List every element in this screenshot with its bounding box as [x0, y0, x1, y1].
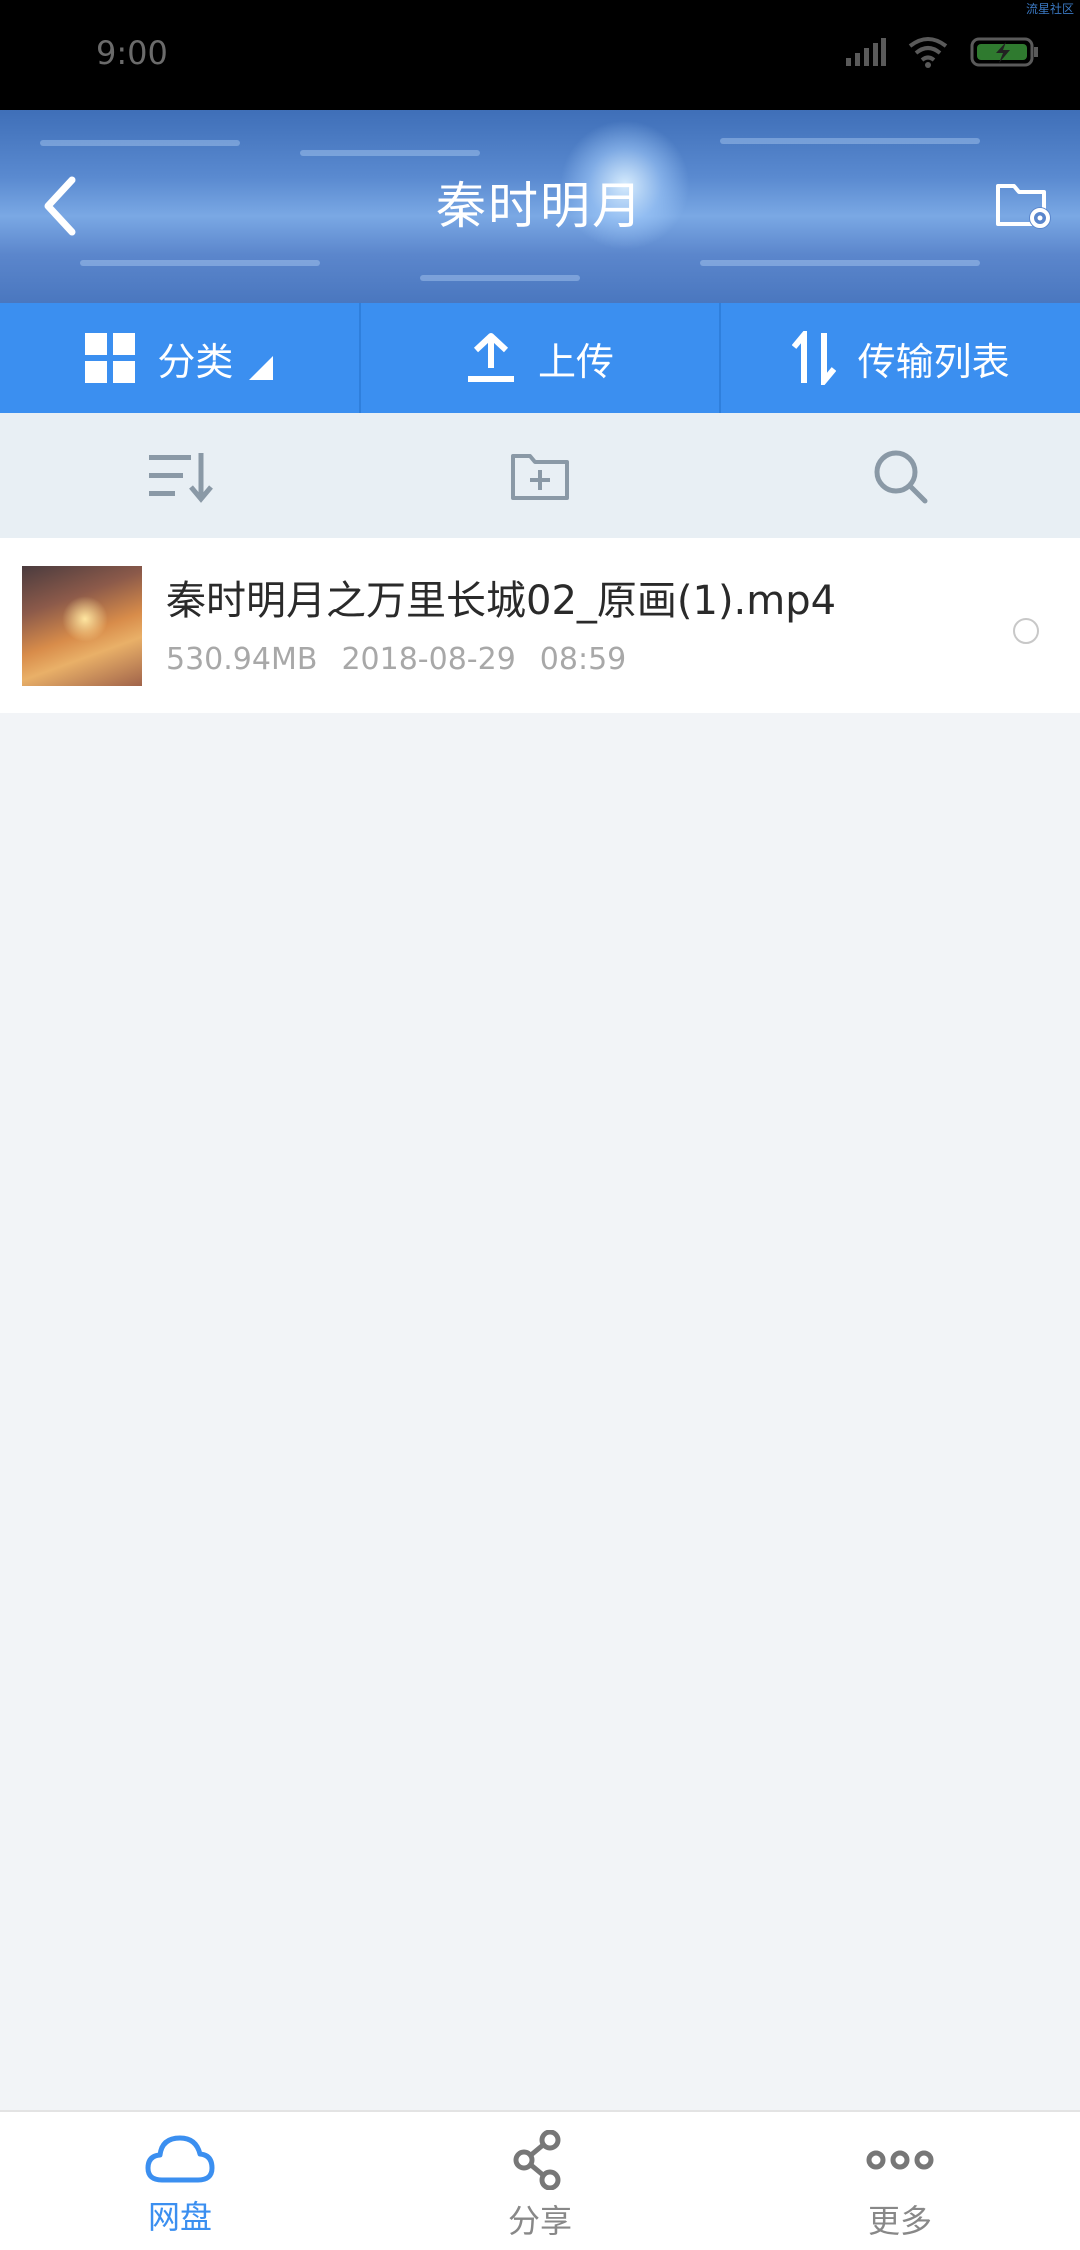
video-thumbnail	[22, 566, 142, 686]
sort-icon	[149, 452, 213, 503]
file-time: 08:59	[539, 642, 627, 677]
dropdown-triangle-icon	[249, 356, 274, 380]
cloud-icon	[145, 2135, 215, 2183]
more-icon	[866, 2150, 934, 2170]
folder-settings-icon[interactable]	[994, 176, 1054, 232]
header-banner: 秦时明月	[0, 110, 1080, 303]
new-folder-button[interactable]	[360, 413, 720, 538]
status-bar: 9:00 流星社区	[0, 0, 1080, 110]
nav-more-label: 更多	[867, 2202, 932, 2240]
transfer-list-button[interactable]: 传输列表	[721, 303, 1080, 413]
upload-label: 上传	[538, 339, 615, 384]
nav-share[interactable]: 分享	[360, 2112, 720, 2250]
file-size: 530.94MB	[166, 642, 318, 677]
nav-netdisk[interactable]: 网盘	[0, 2112, 360, 2250]
transfer-icon	[791, 331, 836, 385]
file-name: 秦时明月之万里长城02_原画(1).mp4	[166, 578, 837, 624]
file-date: 2018-08-29	[341, 642, 516, 677]
page-title: 秦时明月	[436, 177, 644, 235]
status-icons	[846, 36, 1040, 68]
file-meta: 530.94MB 2018-08-29 08:59	[166, 642, 626, 677]
select-radio[interactable]	[1013, 618, 1039, 644]
upload-icon	[468, 333, 514, 382]
battery-icon	[970, 37, 1038, 67]
upload-button[interactable]: 上传	[361, 303, 722, 413]
nav-share-label: 分享	[507, 2202, 572, 2240]
search-icon	[874, 450, 928, 503]
transfer-label: 传输列表	[857, 339, 1010, 384]
signal-icon	[846, 38, 886, 66]
bottom-nav: 网盘 分享 更多	[0, 2110, 1080, 2250]
action-bar	[0, 413, 1080, 538]
status-corner-text: 流星社区	[1025, 2, 1074, 16]
nav-netdisk-label: 网盘	[147, 2198, 212, 2236]
grid-icon	[85, 333, 136, 383]
back-arrow-icon[interactable]	[40, 176, 80, 236]
share-icon	[513, 2130, 561, 2190]
main-toolbar: 分类 上传 传输列表	[0, 303, 1080, 413]
status-time: 9:00	[96, 34, 168, 72]
nav-more[interactable]: 更多	[720, 2112, 1080, 2250]
sort-button[interactable]	[0, 413, 360, 538]
category-button[interactable]: 分类	[0, 303, 361, 413]
file-list-item[interactable]: 秦时明月之万里长城02_原画(1).mp4 530.94MB 2018-08-2…	[0, 538, 1080, 713]
category-label: 分类	[157, 339, 234, 384]
wifi-icon	[908, 37, 948, 68]
new-folder-icon	[511, 453, 569, 500]
search-button[interactable]	[720, 413, 1080, 538]
